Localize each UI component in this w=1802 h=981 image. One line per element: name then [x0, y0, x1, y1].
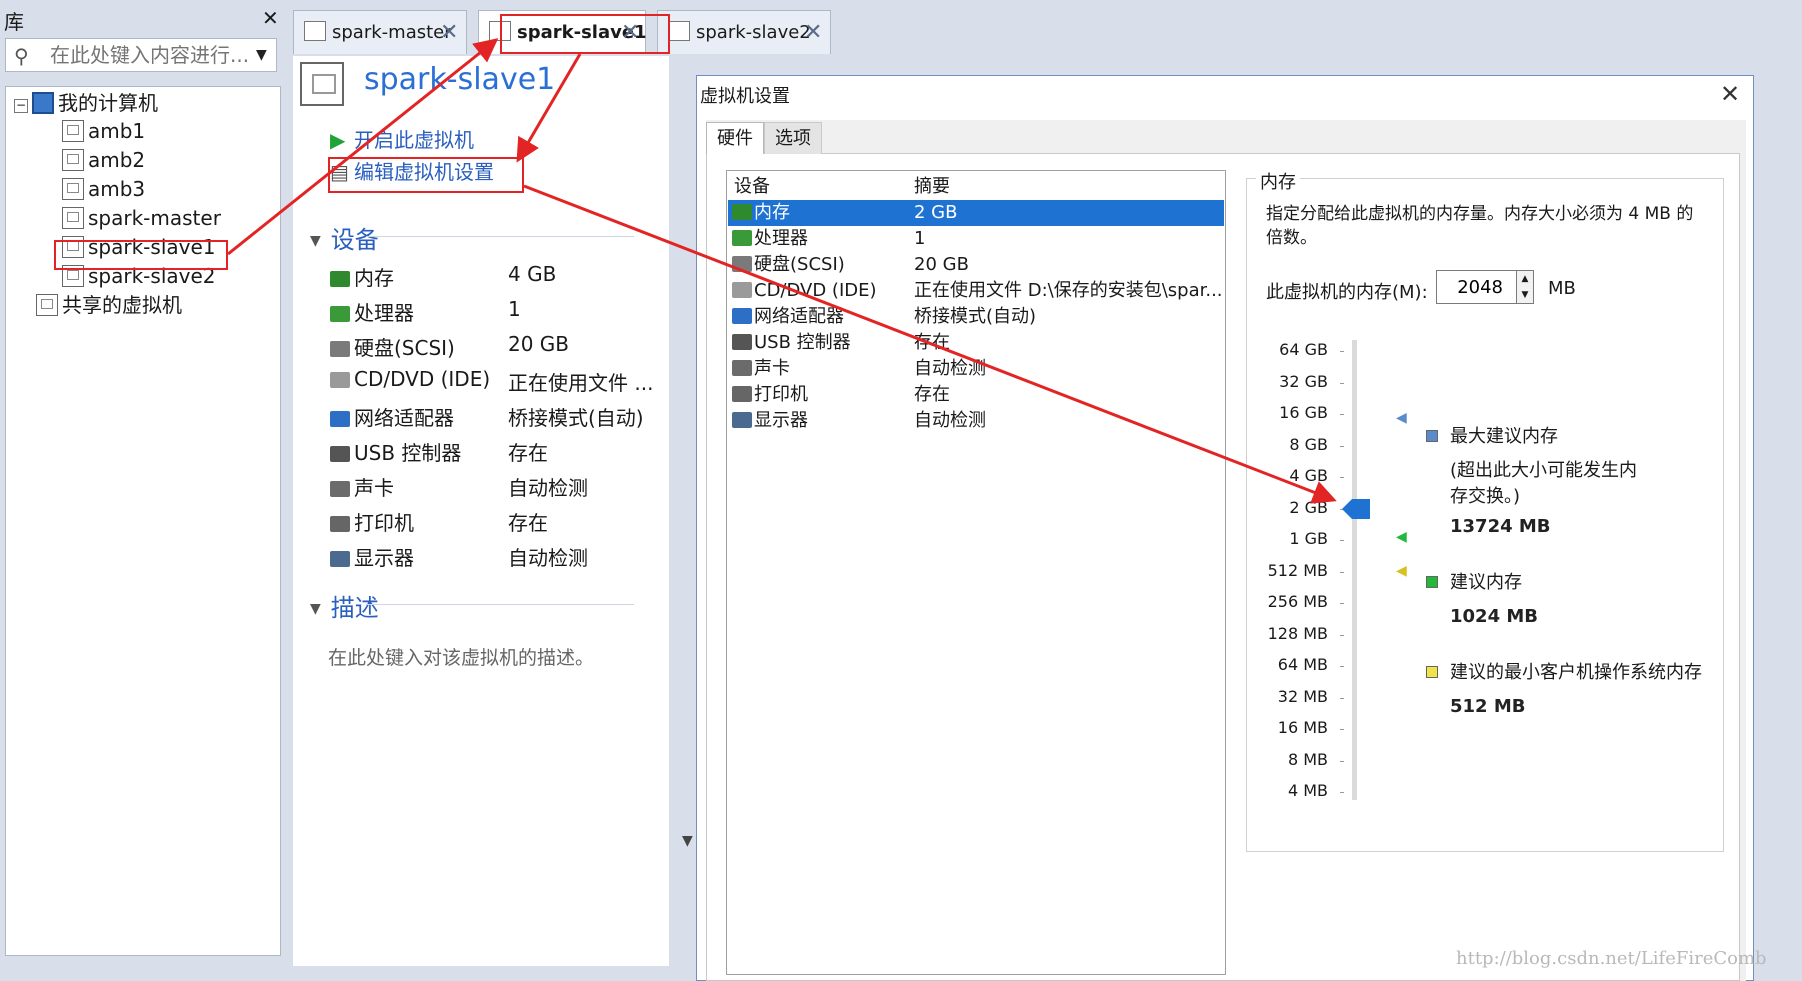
arrow-tree-to-tab — [227, 38, 499, 256]
arrow-tab-to-edit — [516, 53, 582, 163]
annotation-arrows — [227, 38, 1337, 504]
arrow-edit-to-slider — [523, 184, 1337, 504]
